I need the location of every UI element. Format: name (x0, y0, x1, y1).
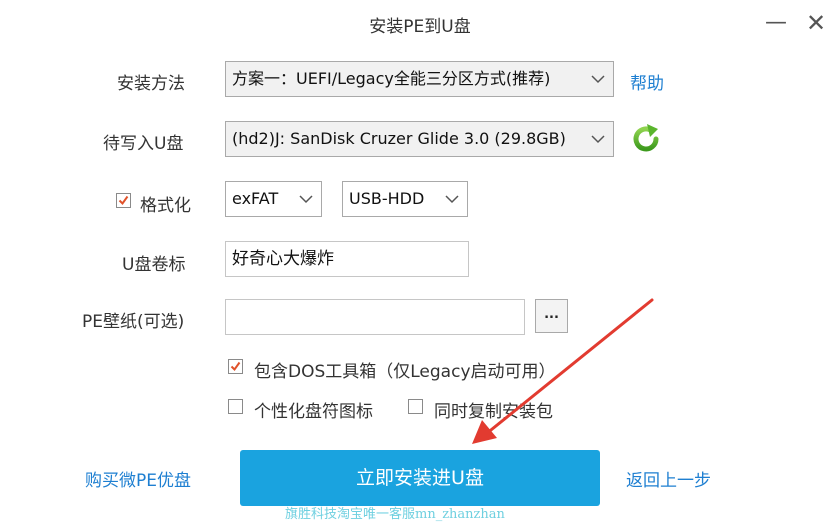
volume-label-input[interactable]: 好奇心大爆炸 (225, 241, 469, 277)
chevron-down-icon (443, 182, 461, 216)
target-disk-select[interactable]: (hd2)J: SanDisk Cruzer Glide 3.0 (29.8GB… (225, 121, 614, 157)
refresh-icon[interactable] (629, 122, 663, 156)
back-link[interactable]: 返回上一步 (626, 466, 711, 491)
browse-button[interactable]: ... (535, 299, 568, 333)
install-method-label: 安装方法 (117, 74, 185, 94)
install-button[interactable]: 立即安装进U盘 (240, 450, 600, 506)
custom-icon-checkbox[interactable] (228, 399, 243, 414)
target-disk-label: 待写入U盘 (103, 134, 184, 154)
dos-toolbox-label: 包含DOS工具箱（仅Legacy启动可用） (254, 362, 556, 382)
chevron-down-icon (297, 182, 315, 216)
watermark-text: 旗胜科技淘宝唯一客服mn_zhanzhan (285, 507, 505, 522)
volume-label-label: U盘卷标 (122, 255, 186, 275)
filesystem-select[interactable]: exFAT (225, 181, 322, 217)
target-disk-value: (hd2)J: SanDisk Cruzer Glide 3.0 (29.8GB… (232, 129, 566, 148)
minimize-button[interactable]: — (761, 8, 791, 38)
wallpaper-input[interactable] (225, 299, 525, 335)
format-checkbox[interactable] (116, 193, 131, 208)
close-button[interactable]: ✕ (801, 8, 831, 38)
title-bar: 安装PE到U盘 — ✕ (0, 0, 840, 46)
boot-mode-value: USB-HDD (349, 189, 425, 208)
wallpaper-label: PE壁纸(可选) (82, 312, 185, 332)
install-method-value: 方案一：UEFI/Legacy全能三分区方式(推荐) (232, 69, 551, 88)
window-title: 安装PE到U盘 (369, 17, 471, 37)
format-label: 格式化 (140, 196, 191, 216)
filesystem-value: exFAT (232, 189, 279, 208)
dos-toolbox-checkbox[interactable] (228, 359, 243, 374)
help-link[interactable]: 帮助 (630, 69, 664, 94)
copy-installer-checkbox[interactable] (408, 399, 423, 414)
buy-usb-link[interactable]: 购买微PE优盘 (85, 466, 191, 491)
install-method-select[interactable]: 方案一：UEFI/Legacy全能三分区方式(推荐) (225, 61, 614, 97)
boot-mode-select[interactable]: USB-HDD (342, 181, 468, 217)
copy-installer-label: 同时复制安装包 (434, 402, 553, 422)
chevron-down-icon (589, 62, 607, 96)
chevron-down-icon (589, 122, 607, 156)
custom-icon-label: 个性化盘符图标 (254, 402, 373, 422)
